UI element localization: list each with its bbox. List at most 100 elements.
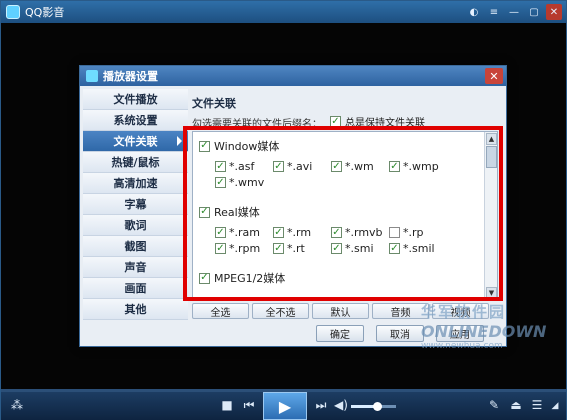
sidebar-item[interactable]: 截图 (83, 236, 188, 257)
checkbox-icon[interactable]: ✓ (215, 243, 226, 254)
extension-label: *.wmp (403, 160, 439, 173)
checkbox-icon[interactable]: ✓ (215, 227, 226, 238)
extension-label: *.asf (229, 160, 255, 173)
play-button[interactable]: ▶ (263, 392, 307, 420)
checkbox-icon[interactable]: ✓ (331, 227, 342, 238)
sidebar-item[interactable]: 声音 (83, 257, 188, 278)
group-checkbox[interactable]: ✓ Real媒体 (199, 204, 260, 220)
extension-label: *.rm (287, 226, 312, 239)
group-title: Real媒体 (214, 206, 260, 219)
select-button[interactable]: 全选 (192, 303, 249, 319)
extension-checkbox[interactable]: ✓ *.rmvb (331, 226, 383, 239)
stop-icon[interactable]: ■ (219, 397, 235, 413)
extension-checkbox[interactable]: ✓ *.wmv (215, 176, 264, 189)
checkbox-icon[interactable]: ✓ (273, 161, 284, 172)
menu-icon[interactable]: ≡ (486, 4, 502, 20)
checkbox-icon[interactable]: ✓ (215, 161, 226, 172)
sidebar-item-label: 字幕 (124, 198, 147, 211)
checkbox-icon[interactable]: ✓ (199, 272, 210, 284)
title-bar[interactable]: QQ影音 ◐ ≡ — ▢ ✕ (1, 1, 566, 23)
sidebar-item[interactable]: 系统设置 (83, 110, 188, 131)
sidebar-item[interactable]: 画面 (83, 278, 188, 299)
dialog-title: 播放器设置 (103, 70, 158, 83)
section-title: 文件关联 (192, 97, 236, 110)
sidebar-item[interactable]: 歌词 (83, 215, 188, 236)
extension-checkbox[interactable]: ✓ *.wm (331, 160, 374, 173)
next-icon[interactable]: ⏭ (313, 397, 329, 413)
extension-checkbox[interactable]: ✓ *.ram (215, 226, 260, 239)
app-window: QQ影音 ◐ ≡ — ▢ ✕ 播放器设置 ✕ 文件播放 系统设置 文件关联 热键/鼠标… (0, 0, 567, 420)
checkbox-icon[interactable]: ✓ (199, 206, 210, 218)
group-checkbox[interactable]: ✓ MPEG1/2媒体 (199, 270, 285, 286)
player-control-bar: ⁂ ■ ⏮ ▶ ⏭ ◀) ✎ ⏏ ☰ ◢ (1, 389, 566, 420)
watermark: 华军软件园 ONLINEDOWN www.newhua.com (421, 301, 561, 351)
skin-icon[interactable]: ◐ (466, 4, 482, 20)
dialog-close-icon[interactable]: ✕ (485, 68, 503, 84)
eject-icon[interactable]: ⏏ (508, 397, 524, 413)
group-title: MPEG1/2媒体 (214, 272, 286, 285)
extension-checkbox[interactable]: ✓ *.smil (389, 242, 435, 255)
extension-label: *.rpm (229, 242, 261, 255)
checkbox-icon[interactable]: ✓ (199, 140, 210, 152)
checkbox-icon[interactable]: ✓ (331, 161, 342, 172)
sidebar-item[interactable]: 字幕 (83, 194, 188, 215)
ok-button[interactable]: 确定 (316, 325, 364, 342)
volume-knob[interactable] (373, 402, 382, 411)
close-icon[interactable]: ✕ (546, 4, 562, 20)
watermark-cn: 华军软件园 (421, 303, 507, 321)
scroll-thumb[interactable] (486, 146, 497, 168)
extension-checkbox[interactable]: ✓ *.rt (273, 242, 305, 255)
sidebar-item[interactable]: 高清加速 (83, 173, 188, 194)
dialog-title-bar[interactable]: 播放器设置 ✕ (80, 66, 506, 86)
extension-list[interactable]: ▲ ▼ ✓ Window媒体 ✓ *.asf ✓ *.avi ✓ *.wm ✓ *.wmp ✓ *.w… (192, 131, 498, 301)
volume-icon[interactable]: ◀) (334, 397, 348, 413)
select-button[interactable]: 全不选 (252, 303, 309, 319)
extension-label: *.avi (287, 160, 313, 173)
checkbox-icon[interactable]: ✓ (273, 227, 284, 238)
previous-icon[interactable]: ⏮ (241, 397, 257, 413)
extension-checkbox[interactable]: ✓ *.wmp (389, 160, 439, 173)
extension-label: *.rp (403, 226, 424, 239)
extension-label: *.smi (345, 242, 374, 255)
keep-association-checkbox[interactable]: ✓ 总是保持文件关联 (330, 114, 425, 129)
playlist-icon[interactable]: ☰ (529, 397, 545, 413)
group-checkbox[interactable]: ✓ Window媒体 (199, 138, 279, 154)
toolbox-icon[interactable]: ✎ (486, 397, 502, 413)
scroll-up-icon[interactable]: ▲ (486, 133, 497, 145)
sidebar-item[interactable]: 文件关联 (83, 131, 188, 152)
resize-grip-icon[interactable]: ◢ (549, 399, 561, 413)
minimize-icon[interactable]: — (506, 4, 522, 20)
play-icon: ▶ (278, 396, 292, 416)
extension-checkbox[interactable]: ✓ *.smi (331, 242, 374, 255)
sidebar-item[interactable]: 其他 (83, 299, 188, 320)
scroll-down-icon[interactable]: ▼ (486, 287, 497, 299)
extension-label: *.wmv (229, 176, 265, 189)
checkbox-icon[interactable]: ✓ (389, 161, 400, 172)
extension-label: *.wm (345, 160, 374, 173)
footprint-icon[interactable]: ⁂ (9, 397, 25, 413)
checkbox-icon[interactable]: ✓ (215, 177, 226, 188)
maximize-icon[interactable]: ▢ (526, 4, 542, 20)
watermark-url: www.newhua.com (421, 341, 503, 351)
extension-checkbox[interactable]: ✓ *.rpm (215, 242, 260, 255)
extension-checkbox[interactable]: ✓ *.avi (273, 160, 312, 173)
extension-checkbox[interactable]: ✓*.rp (389, 226, 424, 239)
sidebar-item[interactable]: 文件播放 (83, 89, 188, 110)
select-button[interactable]: 默认 (312, 303, 369, 319)
group-title: Window媒体 (214, 140, 280, 153)
qq-player-logo-icon (6, 5, 20, 19)
checkbox-icon[interactable]: ✓ (389, 243, 400, 254)
app-title: QQ影音 (25, 6, 65, 19)
extension-checkbox[interactable]: ✓ *.asf (215, 160, 254, 173)
extension-label: *.rt (287, 242, 305, 255)
vertical-scrollbar[interactable]: ▲ ▼ (484, 132, 497, 300)
cancel-button[interactable]: 取消 (376, 325, 424, 342)
sidebar-item[interactable]: 热键/鼠标 (83, 152, 188, 173)
checkbox-icon[interactable]: ✓ (330, 116, 341, 127)
checkbox-icon[interactable]: ✓ (389, 227, 400, 238)
sidebar-item-label: 其他 (124, 303, 147, 316)
extension-checkbox[interactable]: ✓ *.rm (273, 226, 311, 239)
checkbox-icon[interactable]: ✓ (273, 243, 284, 254)
checkbox-icon[interactable]: ✓ (331, 243, 342, 254)
extension-label: *.rmvb (345, 226, 383, 239)
